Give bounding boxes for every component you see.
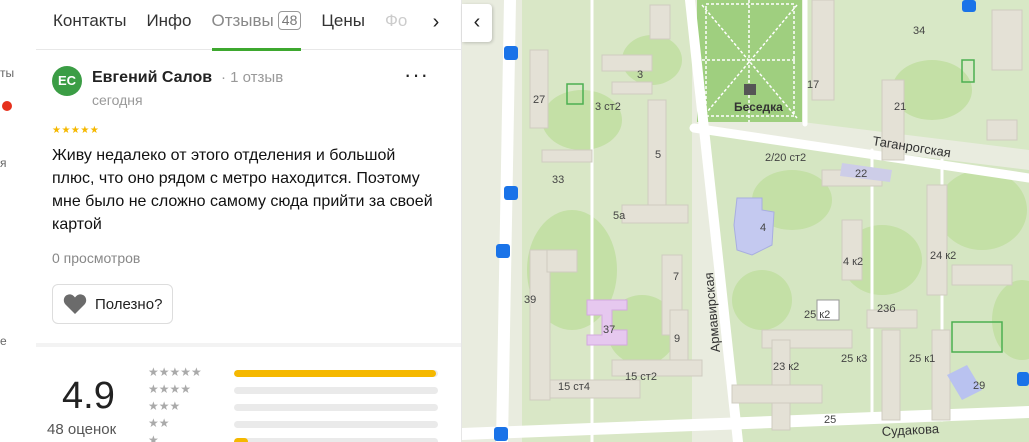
- heart-icon: [63, 294, 87, 314]
- tab-reviews[interactable]: Отзывы 48: [211, 0, 302, 51]
- house-number: 27: [533, 94, 545, 106]
- house-number: 33: [552, 174, 564, 186]
- review-text: Живу недалеко от этого отделения и больш…: [52, 147, 433, 233]
- reviews-count-badge: 48: [277, 11, 302, 30]
- rating-row-3: ★★★: [148, 399, 448, 414]
- map-view[interactable]: Беседка Таганрогская Армавирская Судаков…: [462, 0, 1029, 442]
- house-number: 29: [973, 380, 985, 392]
- house-number: 25 к3: [841, 353, 867, 365]
- house-number: 25 к1: [909, 353, 935, 365]
- org-card-panel: Контакты Инфо Отзывы 48 Цены Фо › ЕС Евге…: [36, 0, 462, 442]
- house-number: 23 к2: [773, 361, 799, 373]
- tab-photos[interactable]: Фо: [385, 0, 407, 50]
- rating-summary: 4.9 48 оценок ★★★★★ ★★★★ ★★★ ★★ ★: [36, 347, 461, 442]
- rating-bar: [234, 404, 438, 411]
- poi-label-gazebo: Беседка: [734, 100, 783, 114]
- house-number: 24 к2: [930, 250, 956, 262]
- rating-votes: 48 оценок: [47, 421, 117, 438]
- house-number: 5а: [613, 210, 626, 222]
- row-stars: ★★★★: [148, 382, 192, 396]
- house-number: 22: [855, 168, 867, 180]
- house-number: 7: [673, 271, 679, 283]
- row-stars: ★★: [148, 416, 170, 430]
- review-views: 0 просмотров: [52, 250, 141, 266]
- row-stars: ★★★: [148, 399, 181, 413]
- house-number: 3: [637, 69, 643, 81]
- house-number: 23б: [877, 303, 896, 315]
- rating-bar: [234, 421, 438, 428]
- avatar[interactable]: ЕС: [52, 66, 82, 96]
- rating-row-2: ★★: [148, 416, 448, 431]
- tab-prices[interactable]: Цены: [321, 0, 365, 50]
- house-number: 5: [655, 149, 661, 161]
- review-item: ЕС Евгений Салов · 1 отзыв сегодня ··· ★…: [36, 50, 461, 344]
- review-author[interactable]: Евгений Салов: [92, 69, 212, 87]
- house-number: 37: [603, 324, 615, 336]
- edge-text-fragment: е: [0, 334, 7, 348]
- rating-bar: [234, 438, 438, 442]
- house-number: 15 ст4: [558, 381, 590, 393]
- review-date: сегодня: [92, 92, 143, 108]
- house-number: 4 к2: [843, 256, 863, 268]
- house-number: 34: [913, 25, 925, 37]
- house-number: 15 ст2: [625, 371, 657, 383]
- edge-text-fragment: я: [0, 156, 7, 170]
- chevron-right-icon[interactable]: ›: [423, 10, 449, 36]
- row-stars: ★: [148, 433, 159, 442]
- house-number: 3 ст2: [595, 101, 621, 113]
- chevron-left-icon: ‹: [473, 11, 481, 33]
- rating-bar: [234, 370, 438, 377]
- tab-contacts[interactable]: Контакты: [53, 0, 126, 50]
- review-stars: ★★★★★: [52, 125, 100, 136]
- house-number: 17: [807, 79, 819, 91]
- collapse-panel-button[interactable]: ‹: [462, 4, 492, 42]
- rating-row-1: ★: [148, 433, 448, 442]
- rating-score: 4.9: [62, 375, 115, 417]
- helpful-button[interactable]: Полезно?: [52, 284, 174, 324]
- house-number: 2/20 ст2: [765, 152, 806, 164]
- previous-panel-edge: ты я е: [0, 0, 36, 442]
- house-number: 9: [674, 333, 680, 345]
- more-options-icon[interactable]: ···: [404, 64, 429, 86]
- street-label-sudakova: Судакова: [881, 421, 940, 439]
- row-stars: ★★★★★: [148, 365, 202, 379]
- edge-text-fragment: ты: [0, 66, 15, 80]
- red-dot-icon: [2, 101, 12, 111]
- house-number: 25 к2: [804, 309, 830, 321]
- map-canvas[interactable]: Беседка Таганрогская Армавирская Судаков…: [462, 0, 1029, 442]
- rating-row-5: ★★★★★: [148, 365, 448, 380]
- house-number: 21: [894, 101, 906, 113]
- tab-bar: Контакты Инфо Отзывы 48 Цены Фо ›: [36, 0, 461, 51]
- house-number: 25: [824, 414, 836, 426]
- author-review-count: · 1 отзыв: [221, 69, 284, 86]
- rating-row-4: ★★★★: [148, 382, 448, 397]
- house-number: 4: [760, 222, 766, 234]
- helpful-label: Полезно?: [95, 295, 163, 313]
- rating-bar: [234, 387, 438, 394]
- tab-info[interactable]: Инфо: [146, 0, 191, 50]
- house-number: 39: [524, 294, 536, 306]
